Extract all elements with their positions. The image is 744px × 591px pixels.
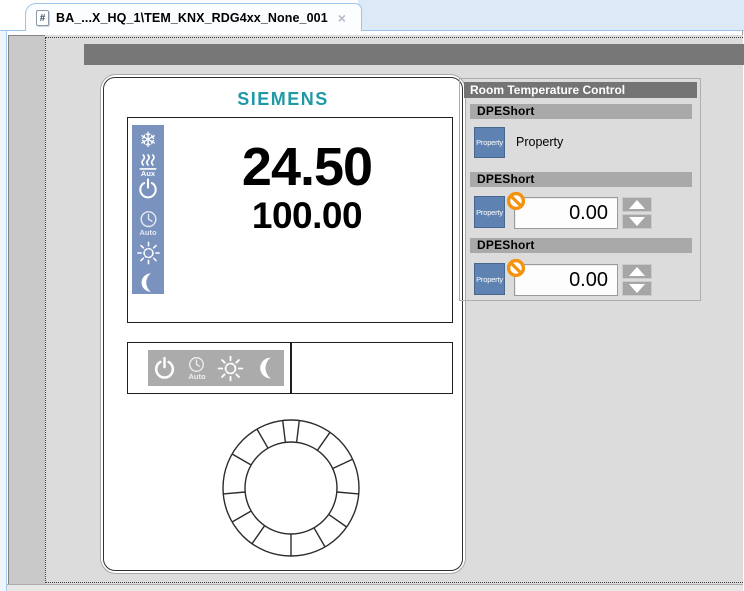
canvas-bottom-edge bbox=[7, 584, 743, 591]
panel-tab[interactable]: # BA_...X_HQ_1\TEM_KNX_RDG4xx_None_001 × bbox=[25, 3, 362, 31]
panel-document-icon: # bbox=[36, 10, 49, 26]
selection-marquee bbox=[45, 37, 743, 583]
canvas-margin bbox=[8, 35, 45, 584]
tab-title: BA_...X_HQ_1\TEM_KNX_RDG4xx_None_001 bbox=[56, 11, 328, 25]
editor-content-area: SIEMENS ❄ Aux bbox=[7, 31, 743, 591]
tab-close-icon[interactable]: × bbox=[338, 11, 346, 25]
tab-strip-empty bbox=[358, 0, 744, 30]
window-left-frame bbox=[0, 31, 7, 591]
tab-bar: # BA_...X_HQ_1\TEM_KNX_RDG4xx_None_001 × bbox=[0, 0, 744, 31]
